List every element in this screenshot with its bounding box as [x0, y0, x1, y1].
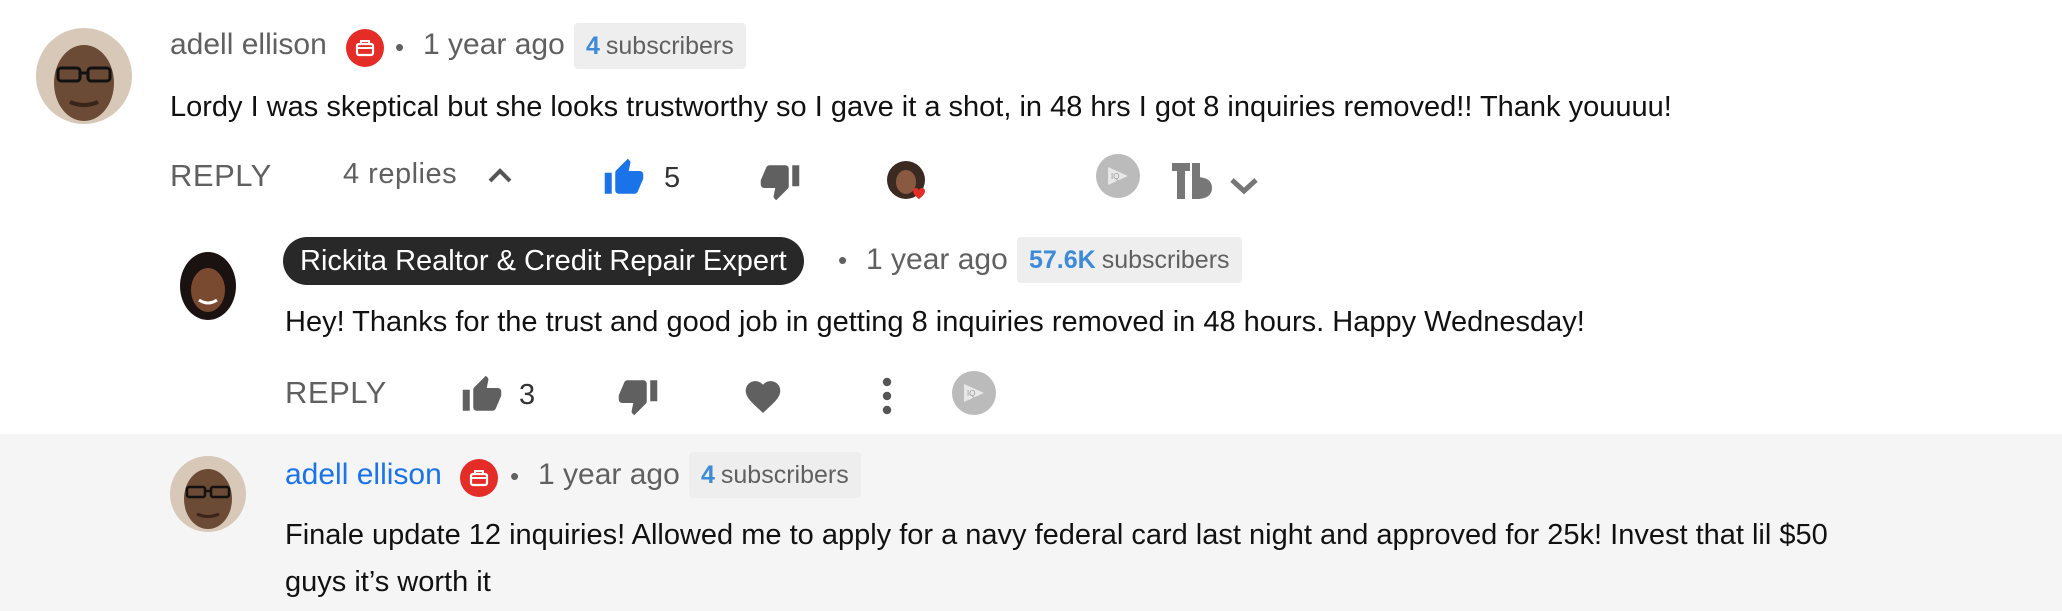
separator-dot: •: [510, 461, 520, 491]
thumbs-up-icon[interactable]: [602, 157, 646, 199]
thumbs-down-icon[interactable]: [758, 160, 802, 202]
membership-badge-icon: [460, 459, 498, 497]
view-replies-button[interactable]: 4 replies: [343, 158, 513, 191]
replies-count-label: 4 replies: [343, 158, 458, 190]
subscriber-count: 4: [586, 31, 600, 60]
comment-time[interactable]: 1 year ago: [423, 28, 565, 62]
channel-owner-author[interactable]: Rickita Realtor & Credit Repair Expert: [283, 237, 804, 285]
subscriber-label: subscribers: [1101, 245, 1230, 274]
creator-heart-icon: [886, 160, 932, 206]
svg-text:IQ: IQ: [967, 389, 975, 398]
thumbs-up-icon[interactable]: [460, 374, 504, 416]
like-count: 5: [664, 162, 681, 194]
subscriber-count: 4: [701, 460, 715, 489]
reply-text-line-1: Finale update 12 inquiries! Allowed me t…: [285, 519, 1828, 551]
separator-dot: •: [838, 245, 848, 275]
reply-time[interactable]: 1 year ago: [538, 458, 680, 492]
reply-time[interactable]: 1 year ago: [866, 243, 1008, 277]
avatar[interactable]: [36, 28, 132, 124]
reply-author[interactable]: adell ellison: [285, 458, 442, 492]
like-count: 3: [519, 379, 536, 411]
iq-extension-icon[interactable]: IQ: [952, 371, 996, 415]
separator-dot: •: [395, 32, 405, 62]
more-vert-icon[interactable]: [873, 376, 901, 416]
subscriber-label: subscribers: [720, 460, 849, 489]
reply-text-line-2: guys it’s worth it: [285, 566, 491, 598]
comment-text: Lordy I was skeptical but she looks trus…: [170, 91, 1672, 123]
avatar[interactable]: [170, 246, 246, 322]
avatar[interactable]: [170, 456, 246, 532]
subscriber-badge: 4 subscribers: [689, 452, 861, 498]
subscriber-badge: 57.6K subscribers: [1017, 237, 1242, 283]
reply-button[interactable]: REPLY: [285, 375, 387, 411]
membership-badge-icon: [346, 29, 384, 67]
chevron-down-icon[interactable]: [1229, 177, 1259, 195]
comment-author[interactable]: adell ellison: [170, 28, 327, 62]
thumbs-down-icon[interactable]: [616, 375, 660, 417]
heart-icon[interactable]: [742, 376, 784, 414]
chevron-up-icon: [488, 167, 512, 182]
subscriber-count: 57.6K: [1029, 245, 1096, 274]
reply-text: Hey! Thanks for the trust and good job i…: [285, 306, 1585, 338]
subscriber-label: subscribers: [605, 31, 734, 60]
iq-extension-icon[interactable]: IQ: [1096, 154, 1140, 198]
subscriber-badge: 4 subscribers: [574, 23, 746, 69]
svg-text:IQ: IQ: [1111, 172, 1119, 181]
tubebuddy-icon[interactable]: [1170, 161, 1214, 208]
reply-button[interactable]: REPLY: [170, 158, 272, 194]
